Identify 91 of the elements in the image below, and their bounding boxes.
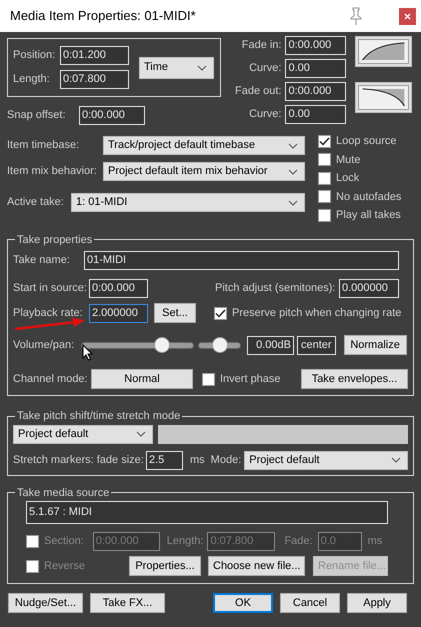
field-label: Start in source: (13, 281, 88, 296)
input-field[interactable]: 0:07.800 (60, 70, 129, 89)
field-label: Channel mode: (13, 372, 89, 387)
checkbox[interactable] (318, 134, 331, 148)
chevron-down-icon (288, 200, 298, 206)
checkbox-label: Preserve pitch when changing rate (232, 306, 402, 321)
fade-curve-button[interactable] (355, 36, 412, 67)
pin-icon[interactable] (349, 7, 363, 25)
input-field[interactable]: 2.000000 (89, 304, 148, 322)
field-label: Active take: (7, 195, 65, 210)
field-label: Take name: (13, 253, 71, 268)
input-field[interactable]: 2.5 (146, 450, 183, 470)
checkbox[interactable] (318, 153, 331, 166)
button[interactable]: Apply (347, 593, 407, 613)
annotation-arrow (14, 318, 86, 330)
group-title: Take pitch shift/time stretch mode (17, 410, 180, 422)
button[interactable]: Nudge/Set... (8, 593, 83, 613)
dropdown[interactable]: 1: 01-MIDI (71, 193, 305, 212)
input-field[interactable]: 0:00.000 (89, 279, 148, 298)
field-label: Item mix behavior: (7, 164, 98, 180)
field-label: Stretch markers: fade size: (13, 452, 145, 468)
button[interactable]: Normal (91, 369, 193, 389)
close-icon (404, 12, 411, 20)
field-label: Fade in: (242, 38, 282, 54)
field-label: Playback rate: (13, 306, 84, 321)
chevron-down-icon (197, 64, 207, 70)
chevron-down-icon (136, 431, 146, 437)
checkbox[interactable] (318, 208, 331, 222)
input-field[interactable]: center (297, 336, 336, 354)
field-label: ms (368, 534, 382, 550)
checkbox-label: Reverse (44, 558, 85, 574)
button[interactable]: Take FX... (90, 593, 165, 613)
button[interactable]: OK (213, 593, 273, 613)
checkbox-label: Lock (336, 171, 360, 186)
button[interactable]: Cancel (280, 593, 340, 613)
input-field[interactable]: 0:01.200 (60, 46, 129, 65)
input-field[interactable]: 01-MIDI (84, 251, 399, 270)
button[interactable]: Take envelopes... (301, 369, 408, 389)
button[interactable]: Normalize (344, 335, 407, 355)
checkbox[interactable] (214, 306, 227, 320)
field-label: Curve: (249, 61, 282, 76)
chevron-down-icon (288, 168, 298, 174)
input-field[interactable]: 0:00.000 (285, 36, 346, 55)
close-button[interactable] (399, 8, 416, 24)
checkbox-label: Loop source (336, 134, 397, 149)
checkbox-label: Mute (336, 152, 360, 168)
fade-curve-icon (358, 85, 410, 110)
chevron-down-icon (391, 457, 402, 463)
window-title: Media Item Properties: 01-MIDI* (10, 7, 196, 26)
fade-curve-button[interactable] (355, 82, 412, 113)
group-title: Take properties (17, 234, 92, 246)
checkbox[interactable] (318, 172, 331, 185)
field-label: Length: (13, 72, 51, 88)
chevron-down-icon (288, 142, 298, 148)
field-label: Fade: (284, 534, 313, 550)
button[interactable]: Properties... (129, 556, 201, 576)
input-field[interactable]: 0.00 (285, 105, 346, 124)
field-label: Curve: (249, 107, 282, 122)
field-label: Snap offset: (7, 108, 67, 124)
input-field[interactable]: 5.1.67 : MIDI (26, 501, 388, 524)
fade-curve-icon (358, 39, 410, 64)
dropdown[interactable]: Project default (13, 424, 153, 444)
field-label: ms (190, 452, 205, 468)
dropdown[interactable]: Track/project default timebase (103, 136, 305, 155)
field-label: Pitch adjust (semitones): (215, 281, 336, 296)
field-label: Fade out: (235, 84, 282, 100)
checkbox-label: Invert phase (220, 372, 281, 387)
dropdown[interactable]: Time (139, 56, 214, 78)
dropdown[interactable]: Project default (244, 450, 408, 470)
input-field[interactable]: 0.00 (285, 59, 346, 78)
field-label: Position: (13, 48, 56, 64)
field-label: Mode: (210, 452, 242, 468)
field-label: Volume/pan: (13, 338, 76, 353)
group-title: Take media source (17, 486, 110, 498)
dropdown[interactable]: Project default item mix behavior (103, 162, 305, 181)
cursor-icon (82, 344, 93, 361)
field-label: Item timebase: (7, 138, 80, 154)
checkbox[interactable] (318, 190, 331, 204)
button[interactable]: Set... (154, 303, 196, 323)
field-label: Length: (166, 534, 204, 550)
input-field[interactable]: 0:00.000 (79, 106, 145, 125)
checkbox-label: Section: (44, 534, 84, 550)
input-field[interactable]: 0.00dB (247, 336, 294, 354)
slider-thumb[interactable] (212, 336, 228, 352)
button[interactable]: Choose new file... (208, 556, 305, 576)
checkbox-label: No autofades (336, 190, 402, 204)
slider-thumb[interactable] (154, 336, 170, 352)
input-field[interactable]: 0.000000 (339, 279, 399, 298)
checkbox[interactable] (202, 372, 215, 386)
checkbox-label: Play all takes (336, 208, 401, 223)
input-field[interactable]: 0:00.000 (285, 82, 346, 101)
